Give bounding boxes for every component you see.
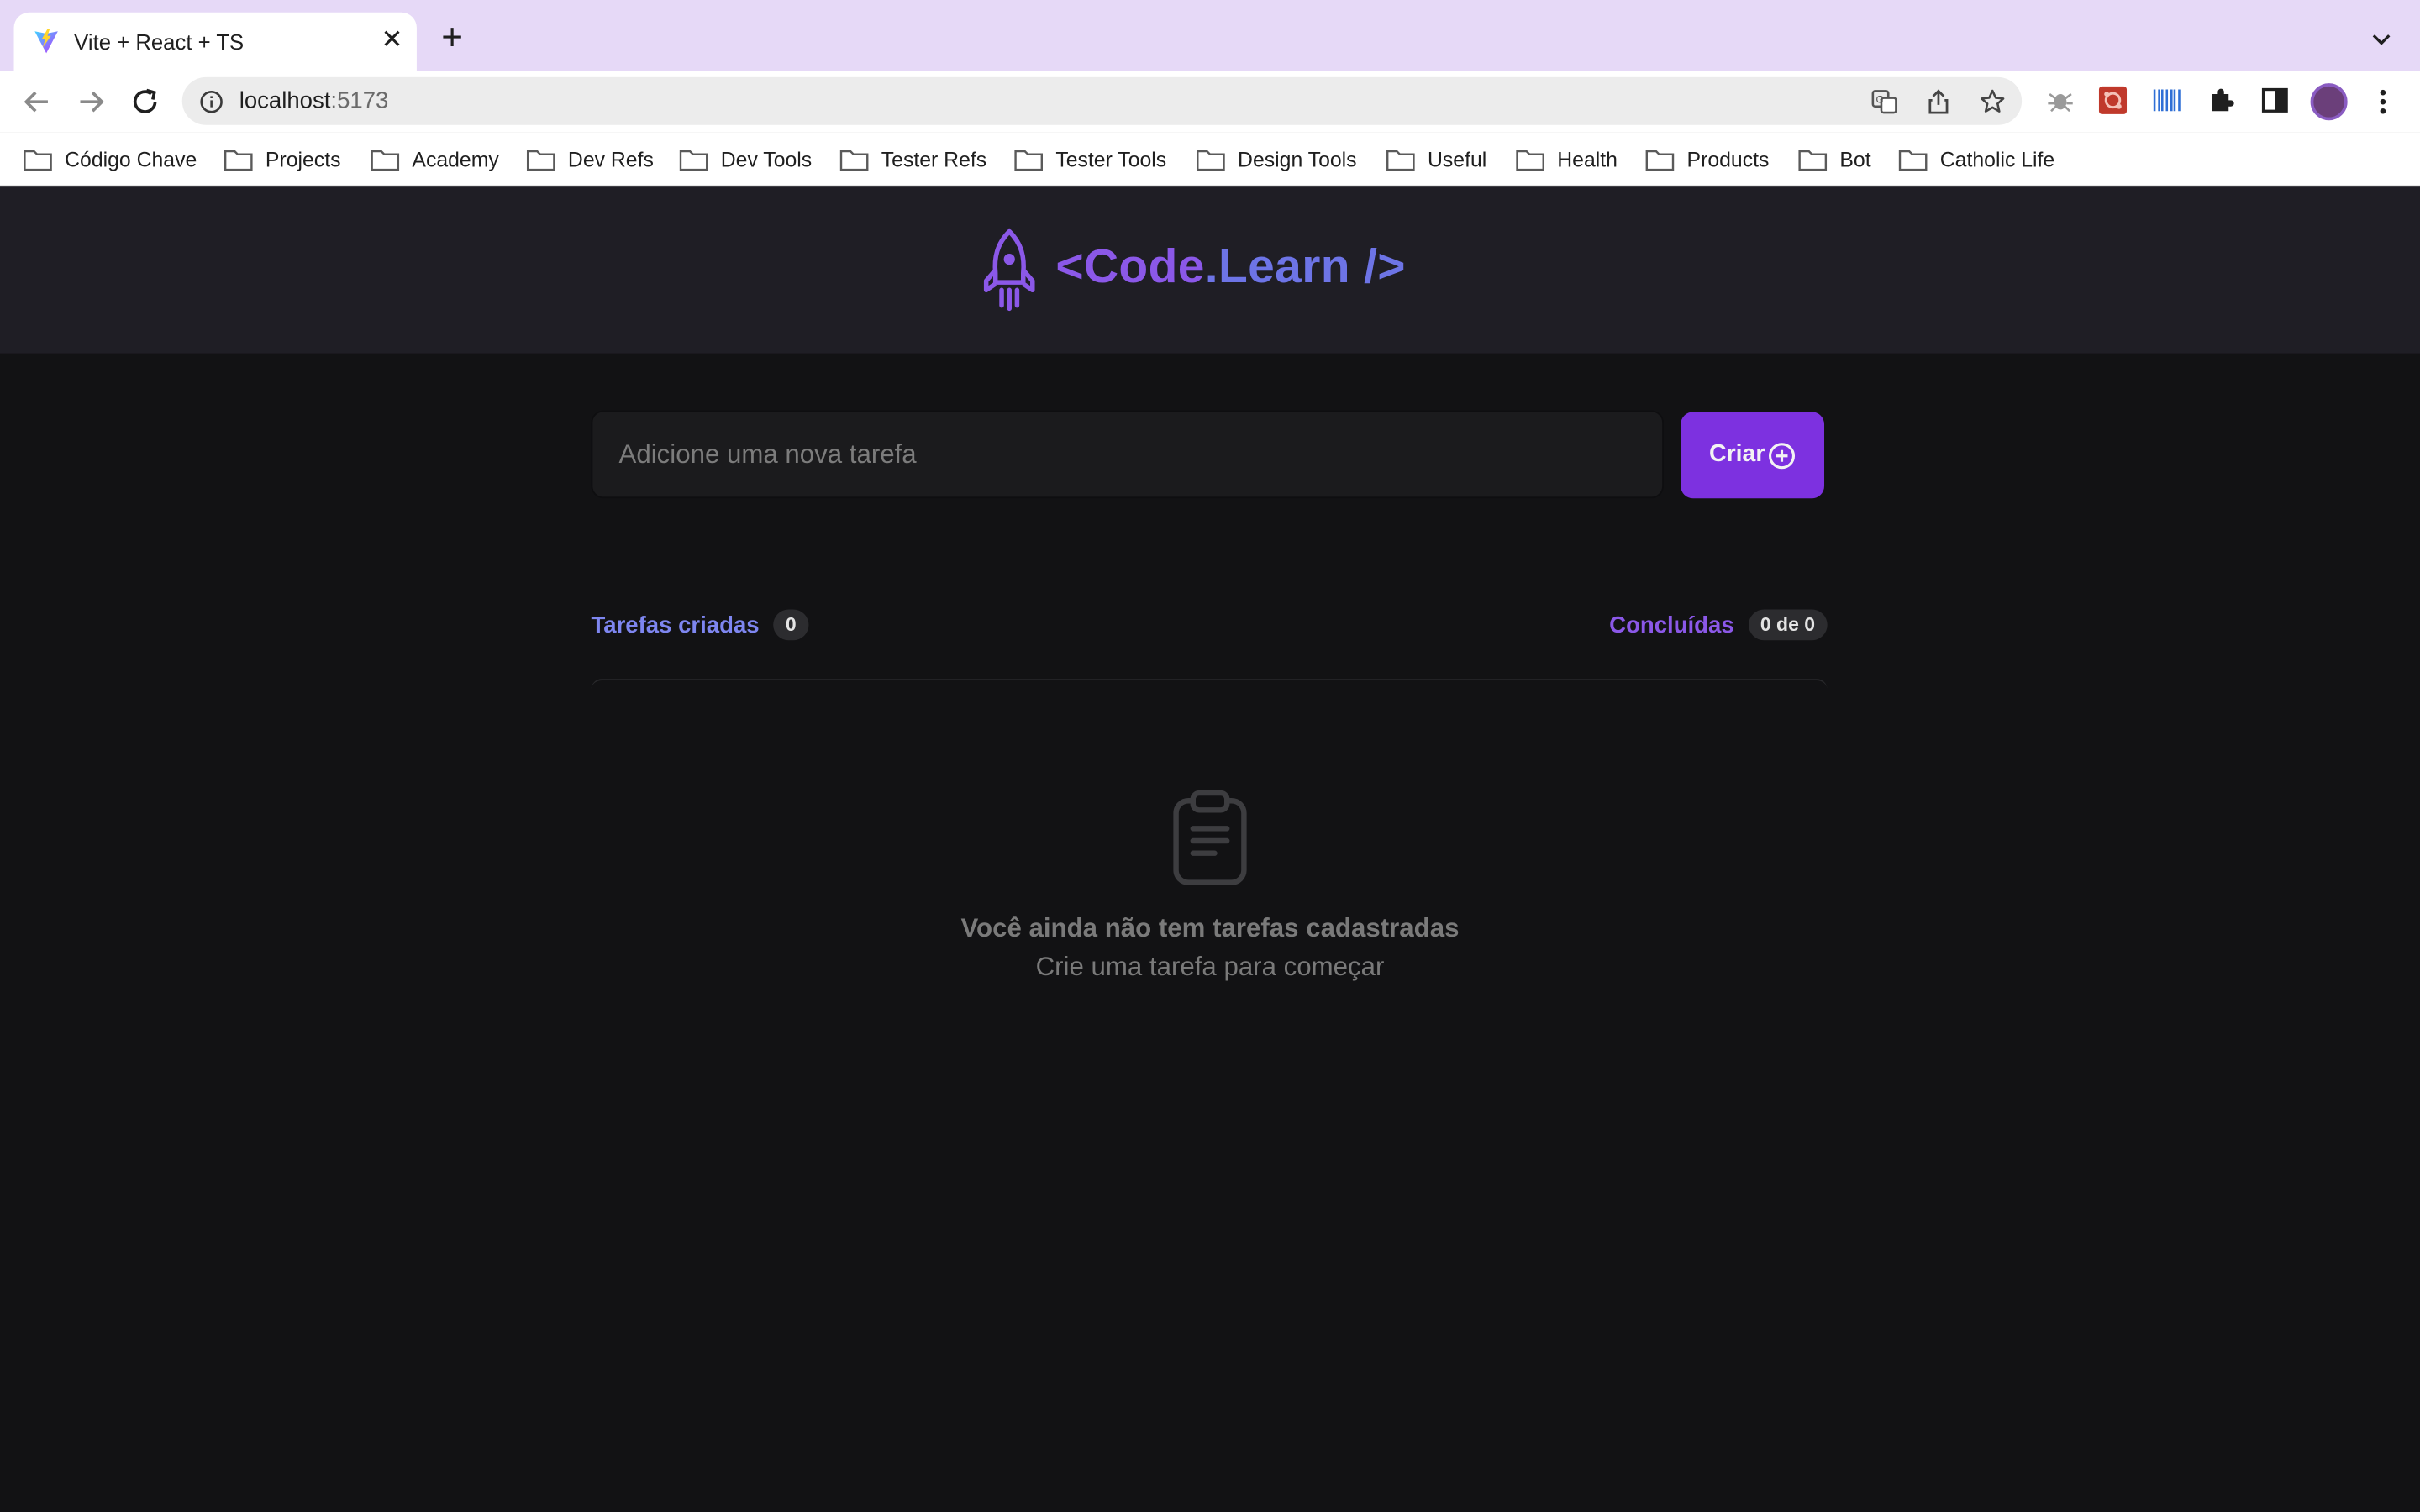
site-info-icon[interactable] (199, 90, 224, 114)
create-button-label: Criar (1709, 441, 1765, 468)
folder-icon (24, 150, 52, 171)
created-tasks-counter: Tarefas criadas 0 (591, 609, 809, 641)
url-port: :5173 (330, 87, 389, 114)
bookmark-folder-health[interactable]: Health (1516, 145, 1618, 173)
bookmark-label: Academy (412, 147, 499, 171)
clipboard-icon (1173, 790, 1247, 885)
more-menu-icon[interactable] (2369, 85, 2396, 118)
created-tasks-label: Tarefas criadas (591, 612, 760, 638)
completed-tasks-counter: Concluídas 0 de 0 (1609, 609, 1828, 641)
empty-state-subtitle: Crie uma tarefa para começar (1035, 952, 1385, 982)
folder-icon (224, 150, 253, 171)
app-logo-text: <Code.Learn /> (1055, 239, 1406, 295)
address-bar[interactable]: localhost:5173 G (182, 76, 2023, 125)
tab-strip: Vite + React + TS ✕ + (0, 0, 2420, 71)
reload-icon[interactable] (127, 83, 164, 120)
tab-title: Vite + React + TS (74, 29, 245, 55)
forward-arrow-icon[interactable] (72, 83, 109, 120)
bookmark-folder-bot[interactable]: Bot (1798, 145, 1871, 173)
bookmark-folder-useful[interactable]: Useful (1386, 145, 1486, 173)
bookmark-label: Tester Tools (1055, 147, 1167, 171)
share-icon[interactable] (1924, 88, 1952, 116)
empty-state-title: Você ainda não tem tarefas cadastradas (960, 913, 1460, 943)
bookmark-star-icon[interactable] (1979, 88, 2007, 116)
bookmark-folder-dev-tools[interactable]: Dev Tools (679, 145, 812, 173)
bookmark-label: Projects (265, 147, 341, 171)
folder-icon (1197, 150, 1225, 171)
bookmark-label: Health (1557, 147, 1618, 171)
folder-icon (1898, 150, 1928, 171)
plus-circle-icon (1768, 442, 1795, 469)
bookmark-folder-catholic-life[interactable]: Catholic Life (1898, 145, 2054, 173)
bookmark-label: Useful (1427, 147, 1487, 171)
translate-icon[interactable]: G (1870, 88, 1898, 116)
bookmark-folder-academy[interactable]: Academy (371, 145, 499, 173)
profile-avatar[interactable] (2310, 83, 2348, 121)
bookmark-folder-projects[interactable]: Projects (224, 145, 341, 173)
url-text[interactable]: localhost:5173 (239, 88, 389, 114)
logo-prefix: <Code (1055, 239, 1205, 293)
logo-suffix: Learn /> (1218, 239, 1406, 293)
folder-icon (1386, 150, 1415, 171)
extension-bug-icon[interactable] (2045, 85, 2076, 116)
bookmark-label: Bot (1839, 147, 1871, 171)
vite-favicon-icon (34, 29, 58, 54)
bookmark-label: Código Chave (65, 147, 197, 171)
bookmark-folder-dev-refs[interactable]: Dev Refs (526, 145, 654, 173)
new-tab-icon[interactable]: + (435, 19, 469, 56)
bookmark-folder-design-tools[interactable]: Design Tools (1196, 145, 1357, 173)
created-tasks-badge: 0 (773, 609, 809, 641)
back-arrow-icon[interactable] (18, 83, 55, 120)
folder-icon (371, 150, 400, 171)
folder-icon (1798, 150, 1828, 171)
folder-icon (526, 150, 555, 171)
folder-icon (1516, 150, 1544, 171)
bookmarks-bar: Código Chave Projects Academy Dev Refs D… (0, 132, 2420, 187)
extension-barcode-icon[interactable] (2151, 85, 2182, 116)
side-panel-icon[interactable] (2260, 85, 2291, 116)
folder-icon (1645, 150, 1675, 171)
rocket-icon (983, 228, 1035, 312)
bookmark-label: Tester Refs (881, 147, 987, 171)
folder-icon (679, 150, 708, 171)
bookmark-folder-codigo-chave[interactable]: Código Chave (24, 145, 197, 173)
bookmark-label: Design Tools (1238, 147, 1357, 171)
bookmark-folder-tester-tools[interactable]: Tester Tools (1014, 145, 1166, 173)
bookmark-label: Dev Tools (720, 147, 813, 171)
url-host: localhost (239, 87, 331, 114)
bookmark-label: Dev Refs (567, 147, 654, 171)
extension-red-icon[interactable] (2097, 85, 2128, 116)
browser-toolbar: localhost:5173 G (0, 71, 2420, 133)
folder-icon (839, 150, 869, 171)
tab-search-chevron-icon[interactable] (2368, 24, 2396, 52)
tab-close-icon[interactable]: ✕ (378, 25, 406, 54)
extensions-puzzle-icon[interactable] (2206, 85, 2237, 116)
bookmark-folder-tester-refs[interactable]: Tester Refs (839, 145, 986, 173)
svg-text:G: G (1876, 94, 1883, 106)
bookmark-folder-products[interactable]: Products (1645, 145, 1769, 173)
logo-dot: . (1204, 239, 1218, 293)
create-task-button[interactable]: Criar (1681, 412, 1825, 499)
new-task-input[interactable] (591, 410, 1664, 499)
completed-tasks-badge: 0 de 0 (1748, 609, 1828, 641)
completed-tasks-label: Concluídas (1609, 612, 1734, 638)
bookmark-label: Catholic Life (1939, 147, 2055, 171)
bookmark-label: Products (1686, 147, 1770, 171)
browser-tab[interactable]: Vite + React + TS ✕ (13, 12, 417, 71)
folder-icon (1014, 150, 1043, 171)
task-list-divider (591, 679, 1828, 690)
